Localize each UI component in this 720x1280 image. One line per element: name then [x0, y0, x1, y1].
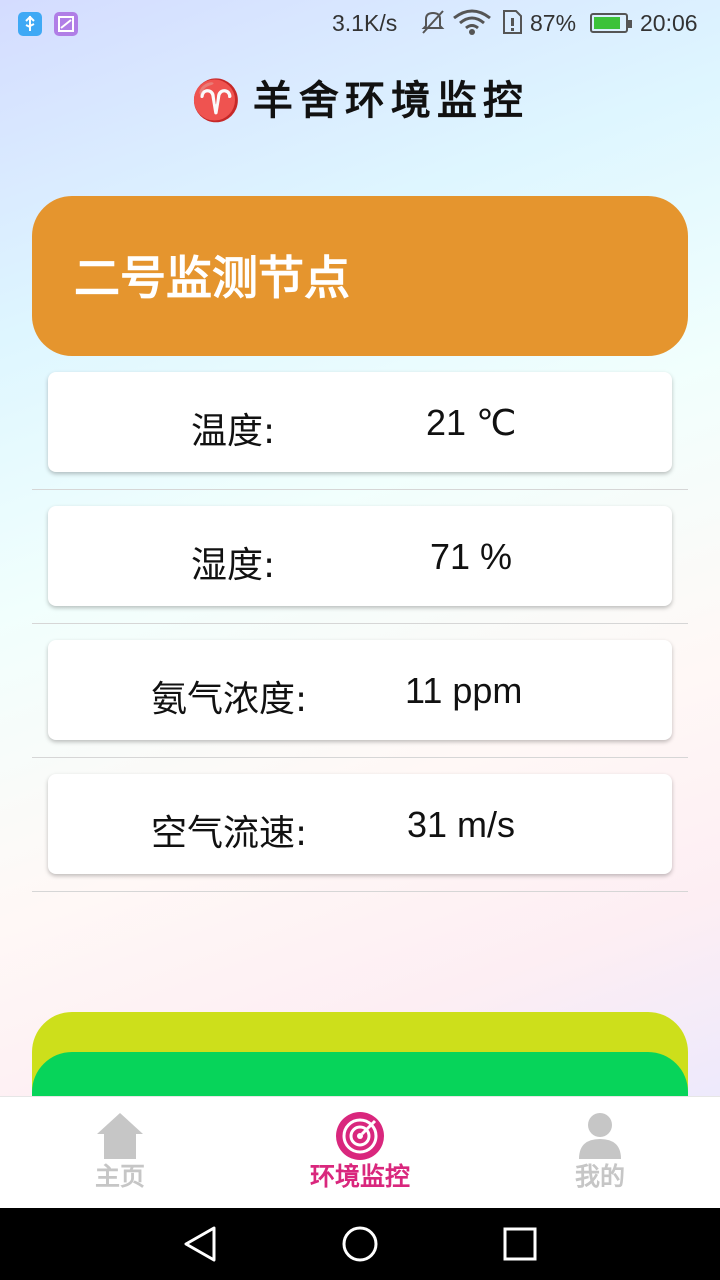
app-title: ♈ 羊舍环境监控	[0, 68, 720, 126]
user-icon	[575, 1111, 625, 1161]
reading-humidity: 湿度: 71 %	[48, 506, 672, 606]
reading-label: 氨气浓度:	[151, 679, 308, 720]
reading-value: 71 %	[430, 536, 513, 577]
node-title: 二号监测节点	[74, 251, 350, 305]
status-bar: 3.1K/s 87% 20:06	[0, 0, 720, 50]
reading-value: 11 ppm	[405, 670, 523, 711]
clock: 20:06	[640, 10, 698, 36]
node-header: 二号监测节点	[32, 196, 688, 356]
bottom-tab-bar: 主页 环境监控 我的	[0, 1096, 720, 1209]
target-gauge-icon	[335, 1111, 385, 1161]
system-nav-bar	[0, 1208, 720, 1280]
divider	[32, 757, 688, 758]
tab-label: 我的	[574, 1162, 625, 1191]
usb-icon	[18, 12, 42, 36]
reading-label: 空气流速:	[151, 813, 308, 854]
back-icon[interactable]	[178, 1222, 222, 1266]
recents-square-icon[interactable]	[498, 1222, 542, 1266]
battery-level	[594, 17, 620, 29]
battery-icon	[590, 13, 632, 33]
reading-value: 31 m/s	[407, 804, 516, 845]
home-icon	[95, 1111, 145, 1161]
app-title-text: 羊舍环境监控	[252, 77, 529, 124]
sim-icon	[500, 8, 524, 42]
mute-icon	[420, 8, 446, 42]
image-icon	[54, 12, 78, 36]
reading-label: 温度:	[191, 411, 276, 452]
ram-horns-icon: ♈	[191, 77, 247, 124]
home-circle-icon[interactable]	[338, 1222, 382, 1266]
reading-ammonia: 氨气浓度: 11 ppm	[48, 640, 672, 740]
reading-value: 21 ℃	[426, 402, 517, 443]
tab-environment-monitor[interactable]: 环境监控	[240, 1097, 480, 1209]
tab-profile[interactable]: 我的	[480, 1097, 720, 1209]
reading-label: 湿度:	[191, 545, 276, 586]
tab-home[interactable]: 主页	[0, 1097, 240, 1209]
divider	[32, 891, 688, 892]
network-speed: 3.1K/s	[332, 10, 398, 36]
battery-percent: 87%	[530, 10, 577, 36]
tab-label: 主页	[94, 1162, 145, 1191]
reading-temperature: 温度: 21 ℃	[48, 372, 672, 472]
divider	[32, 489, 688, 490]
reading-airflow: 空气流速: 31 m/s	[48, 774, 672, 874]
divider	[32, 623, 688, 624]
tab-label: 环境监控	[309, 1162, 410, 1191]
wifi-icon	[452, 8, 492, 42]
